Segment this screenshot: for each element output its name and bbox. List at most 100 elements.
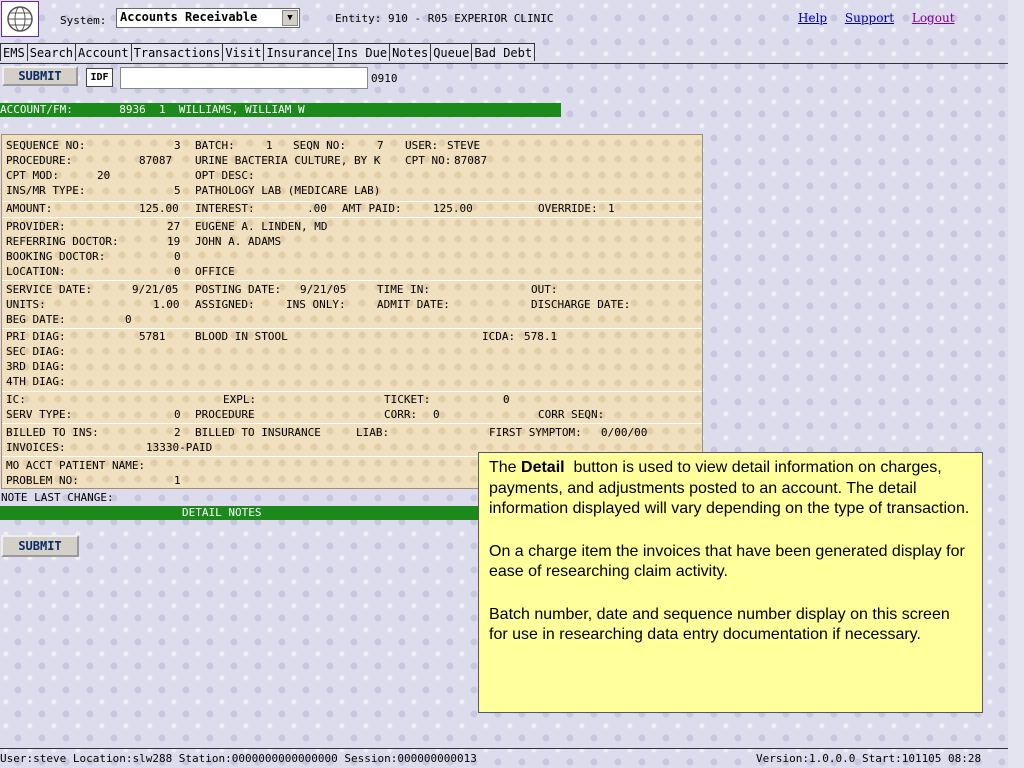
- liab-label: LIAB:: [356, 426, 390, 439]
- interest-value: .00: [307, 202, 327, 215]
- ticket-label: TICKET:: [384, 393, 431, 406]
- system-select-value: Accounts Receivable: [120, 10, 258, 24]
- location-code: 0: [174, 265, 181, 278]
- posting-date-value: 9/21/05: [300, 283, 347, 296]
- serv-type-code: 0: [174, 408, 181, 421]
- corr-label: CORR:: [384, 408, 418, 421]
- cpt-mod-label: CPT MOD:: [6, 169, 59, 182]
- icda-value: 578.1: [524, 330, 558, 343]
- units-label: UNITS:: [6, 298, 46, 311]
- sequence-no-label: SEQUENCE NO:: [6, 139, 86, 152]
- status-session-info: User:steve Location:slw288 Station:00000…: [0, 752, 477, 765]
- globe-icon: [7, 6, 33, 32]
- opt-desc-label: OPT DESC:: [195, 169, 255, 182]
- seqn-no-value: 7: [377, 139, 384, 152]
- user-label: USER:: [405, 139, 439, 152]
- account-bar: ACCOUNT/FM: 8936 1 WILLIAMS, WILLIAM W: [0, 103, 561, 117]
- vertical-scrollbar[interactable]: [1008, 0, 1024, 768]
- service-date-value: 9/21/05: [132, 283, 179, 296]
- fourth-diag-label: 4TH DIAG:: [6, 375, 66, 388]
- pri-diag-code: 5781: [139, 330, 166, 343]
- ic-label: IC:: [6, 393, 26, 406]
- detail-notes-bar[interactable]: DETAIL NOTES: [0, 506, 480, 520]
- service-date-label: SERVICE DATE:: [6, 283, 93, 296]
- top-links: Help Support Logout: [798, 11, 969, 25]
- procedure-label: PROCEDURE:: [6, 154, 73, 167]
- detail-panel: SEQUENCE NO: 3 BATCH: 1 SEQN NO: 7 USER:…: [1, 134, 703, 489]
- procedure-section: SEQUENCE NO: 3 BATCH: 1 SEQN NO: 7 USER:…: [2, 135, 702, 202]
- posting-date-label: POSTING DATE:: [195, 283, 282, 296]
- account-bar-text: ACCOUNT/FM: 8936 1 WILLIAMS, WILLIAM W: [0, 103, 305, 116]
- ins-mr-type-label: INS/MR TYPE:: [6, 184, 86, 197]
- note-last-change: NOTE LAST CHANGE:: [1, 491, 114, 504]
- command-input[interactable]: [120, 67, 368, 89]
- detail-notes-label: DETAIL NOTES: [182, 506, 262, 519]
- sec-diag-label: SEC DIAG:: [6, 345, 66, 358]
- callout-text: The: [489, 459, 522, 476]
- time-in-label: TIME IN:: [377, 283, 430, 296]
- pri-diag-desc: BLOOD IN STOOL: [195, 330, 288, 343]
- user-value: STEVE: [447, 139, 481, 152]
- help-link[interactable]: Help: [798, 11, 827, 25]
- amount-section: AMOUNT: 125.00 INTEREST: .00 AMT PAID: 1…: [2, 201, 702, 218]
- system-select[interactable]: Accounts Receivable ▼: [116, 8, 300, 28]
- help-callout: The Detail button is used to view detail…: [478, 452, 983, 713]
- problem-no-label: PROBLEM NO:: [6, 474, 79, 487]
- tab-transactions[interactable]: Transactions: [130, 43, 224, 61]
- status-version-info: Version:1.0.0.0 Start:101105 08:28: [756, 752, 982, 765]
- status-divider: [0, 748, 1008, 749]
- procedure-code: 87087: [139, 154, 173, 167]
- tab-visit[interactable]: Visit: [222, 43, 265, 61]
- invoices-label: INVOICES:: [6, 441, 66, 454]
- procedure-desc: URINE BACTERIA CULTURE, BY K: [195, 154, 381, 167]
- override-value: 1: [608, 202, 615, 215]
- billed-to-ins-desc: BILLED TO INSURANCE: [195, 426, 321, 439]
- command-code: 0910: [371, 72, 398, 85]
- callout-paragraph-1: The Detail button is used to view detail…: [489, 458, 972, 520]
- sequence-no-value: 3: [174, 139, 181, 152]
- third-diag-label: 3RD DIAG:: [6, 360, 66, 373]
- tab-notes[interactable]: Notes: [389, 43, 432, 61]
- batch-label: BATCH:: [195, 139, 235, 152]
- units-value: 1.00: [153, 298, 180, 311]
- provider-section: PROVIDER: 27 EUGENE A. LINDEN, MD REFERR…: [2, 217, 702, 281]
- provider-name: EUGENE A. LINDEN, MD: [195, 220, 328, 233]
- diagnosis-section: PRI DIAG: 5781 BLOOD IN STOOL ICDA: 578.…: [2, 328, 702, 392]
- callout-paragraph-2: On a charge item the invoices that have …: [489, 542, 965, 581]
- tab-ins-due[interactable]: Ins Due: [333, 43, 391, 61]
- tab-insurance[interactable]: Insurance: [263, 43, 335, 61]
- support-link[interactable]: Support: [845, 11, 894, 25]
- beg-date-label: BEG DATE:: [6, 313, 66, 326]
- tab-ems[interactable]: EMS: [0, 43, 28, 61]
- serv-type-desc: PROCEDURE: [195, 408, 255, 421]
- chevron-down-icon[interactable]: ▼: [282, 10, 298, 26]
- amount-value: 125.00: [139, 202, 179, 215]
- ins-mr-type-desc: PATHOLOGY LAB (MEDICARE LAB): [195, 184, 381, 197]
- referring-doctor-label: REFERRING DOCTOR:: [6, 235, 119, 248]
- tab-queue[interactable]: Queue: [430, 43, 473, 61]
- batch-value: 1: [266, 139, 273, 152]
- billed-to-ins-label: BILLED TO INS:: [6, 426, 99, 439]
- corr-seqn-label: CORR SEQN:: [538, 408, 605, 421]
- amt-paid-value: 125.00: [433, 202, 473, 215]
- tab-bad-debt[interactable]: Bad Debt: [471, 43, 536, 61]
- override-label: OVERRIDE:: [538, 202, 598, 215]
- service-type-section: IC: EXPL: TICKET: 0 SERV TYPE: 0 PROCEDU…: [2, 391, 702, 424]
- location-label: LOCATION:: [6, 265, 66, 278]
- tab-account[interactable]: Account: [75, 43, 132, 61]
- ins-mr-type-code: 5: [174, 184, 181, 197]
- system-label: System:: [60, 14, 107, 27]
- expl-label: EXPL:: [223, 393, 257, 406]
- tab-search[interactable]: Search: [26, 43, 77, 61]
- idf-field[interactable]: IDF: [86, 68, 113, 87]
- submit-button-bottom[interactable]: SUBMIT: [1, 535, 79, 557]
- referring-doctor-code: 19: [167, 235, 181, 248]
- seqn-no-label: SEQN NO:: [293, 139, 346, 152]
- cpt-no-value: 87087: [454, 154, 488, 167]
- invoices-value: 13330-PAID: [146, 441, 213, 454]
- first-symptom-label: FIRST SYMPTOM:: [489, 426, 582, 439]
- submit-button[interactable]: SUBMIT: [2, 66, 78, 86]
- logout-link[interactable]: Logout: [912, 11, 955, 25]
- problem-no-value: 1: [174, 474, 181, 487]
- referring-doctor-name: JOHN A. ADAMS: [195, 235, 282, 248]
